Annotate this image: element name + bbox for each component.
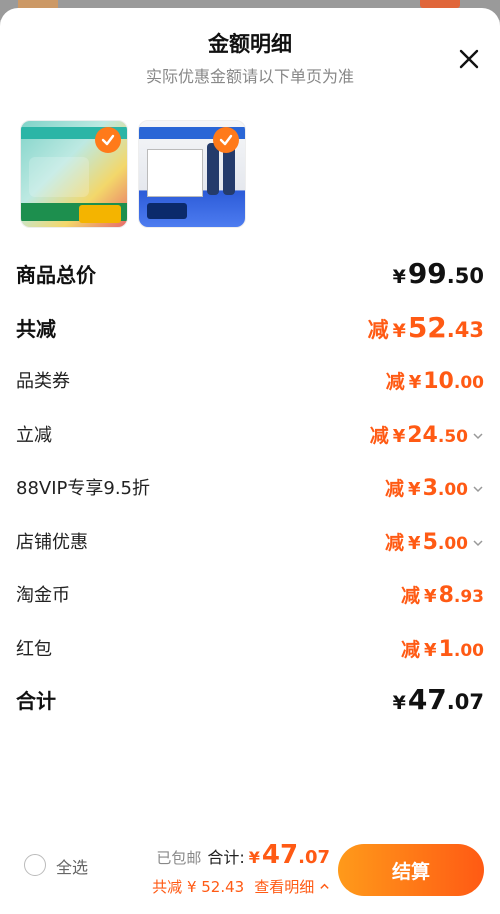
discount-label: 立减 bbox=[16, 425, 52, 446]
chevron-up-icon bbox=[320, 883, 329, 889]
discount-label: 品类券 bbox=[16, 371, 70, 392]
discount-row-88vip[interactable]: 88VIP专享9.5折 减 ¥3.00 bbox=[16, 472, 484, 502]
check-icon bbox=[95, 127, 121, 153]
discount-label: 红包 bbox=[16, 639, 52, 660]
discount-amount: 减 ¥5.00 bbox=[385, 528, 484, 555]
view-detail-link[interactable]: 查看明细 bbox=[254, 876, 330, 897]
chevron-down-icon bbox=[473, 539, 483, 546]
discount-amount: 减 ¥3.00 bbox=[385, 474, 484, 501]
discount-amount: 减 ¥8.93 bbox=[401, 582, 484, 608]
chevron-down-icon bbox=[473, 485, 483, 492]
checkout-bar: 全选 已包邮 合计: ¥47.07 共减 ¥ 52.43 查看明细 结算 bbox=[0, 814, 500, 914]
background-badge bbox=[420, 0, 460, 8]
discount-row-taojinbi: 淘金币 减 ¥8.93 bbox=[16, 579, 484, 609]
discount-row-redpacket: 红包 减 ¥1.00 bbox=[16, 633, 484, 663]
goods-total-row: 商品总价 ¥99.50 bbox=[16, 256, 484, 290]
discount-amount: 减 ¥1.00 bbox=[401, 636, 484, 662]
discount-amount: 减 ¥24.50 bbox=[370, 421, 484, 448]
checkout-button[interactable]: 结算 bbox=[338, 844, 484, 896]
close-icon bbox=[459, 49, 479, 69]
sheet-title: 金额明细 bbox=[208, 32, 292, 56]
product-thumbnails bbox=[20, 120, 246, 228]
discount-row-category-coupon: 品类券 减 ¥10.00 bbox=[16, 365, 484, 395]
footer-total-label: 合计: bbox=[207, 848, 245, 867]
discount-amount: 减 ¥10.00 bbox=[385, 368, 484, 394]
discount-label: 淘金币 bbox=[16, 585, 70, 606]
grand-total-label: 合计 bbox=[16, 688, 56, 713]
footer-total-amount: ¥47.07 bbox=[248, 840, 330, 870]
total-reduction-label: 共减 bbox=[16, 316, 56, 341]
footer-reduction-line: 共减 ¥ 52.43 查看明细 bbox=[152, 876, 330, 897]
close-button[interactable] bbox=[456, 46, 482, 72]
free-shipping-text: 已包邮 bbox=[156, 849, 202, 867]
footer-reduction-text: 共减 ¥ 52.43 bbox=[152, 878, 245, 896]
select-all-radio[interactable] bbox=[24, 854, 46, 876]
sheet-subtitle: 实际优惠金额请以下单页为准 bbox=[145, 67, 354, 86]
discount-row-instant[interactable]: 立减 减 ¥24.50 bbox=[16, 419, 484, 449]
discount-row-shop[interactable]: 店铺优惠 减 ¥5.00 bbox=[16, 526, 484, 556]
total-reduction-amount: 减 ¥52.43 bbox=[367, 310, 484, 344]
discount-label: 店铺优惠 bbox=[16, 532, 88, 553]
check-icon bbox=[213, 127, 239, 153]
goods-total-amount: ¥99.50 bbox=[392, 256, 484, 290]
product-image-2[interactable] bbox=[138, 120, 246, 228]
footer-total-line: 已包邮 合计: ¥47.07 bbox=[156, 840, 330, 870]
grand-total-amount: ¥47.07 bbox=[392, 682, 484, 716]
product-image-1[interactable] bbox=[20, 120, 128, 228]
grand-total-row: 合计 ¥47.07 bbox=[16, 682, 484, 716]
select-all-label[interactable]: 全选 bbox=[56, 854, 88, 878]
discount-label: 88VIP专享9.5折 bbox=[16, 478, 151, 499]
goods-total-label: 商品总价 bbox=[16, 262, 96, 287]
amount-detail-sheet: 金额明细 实际优惠金额请以下单页为准 商品总价 ¥99.50 共减 减 ¥ 52… bbox=[0, 8, 500, 914]
chevron-down-icon bbox=[473, 432, 483, 439]
total-reduction-row: 共减 减 ¥52.43 bbox=[16, 310, 484, 344]
view-detail-label: 查看明细 bbox=[254, 878, 315, 896]
